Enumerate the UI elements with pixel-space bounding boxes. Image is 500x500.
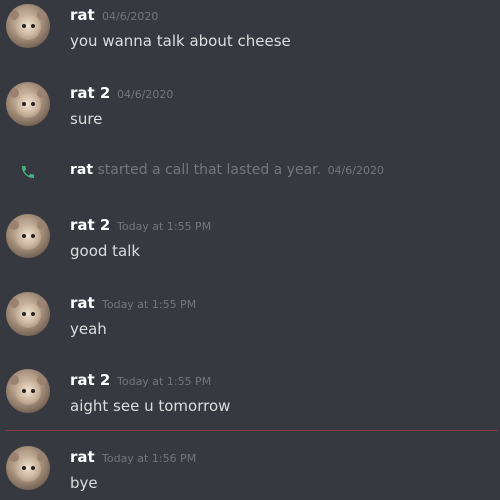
message-timestamp: Today at 1:55 PM xyxy=(102,298,197,311)
message-author[interactable]: rat xyxy=(70,294,95,312)
message-timestamp: 04/6/2020 xyxy=(117,88,174,101)
call-timestamp: 04/6/2020 xyxy=(327,164,384,177)
message-text: good talk xyxy=(70,242,141,260)
chat-message: rat Today at 1:56 PM bye xyxy=(0,444,500,500)
chat-message: rat 2 Today at 1:55 PM aight see u tomor… xyxy=(0,367,500,431)
avatar[interactable] xyxy=(6,214,50,258)
chat-message: rat 04/6/2020 you wanna talk about chees… xyxy=(0,2,500,66)
message-author[interactable]: rat xyxy=(70,448,95,466)
call-text: rat started a call that lasted a year. 0… xyxy=(70,162,384,178)
call-description: started a call that lasted a year. xyxy=(97,162,322,178)
message-timestamp: Today at 1:55 PM xyxy=(117,375,212,388)
avatar[interactable] xyxy=(6,292,50,336)
avatar[interactable] xyxy=(6,369,50,413)
chat-message: rat 2 Today at 1:55 PM good talk xyxy=(0,212,500,276)
chat-message-list: rat 04/6/2020 you wanna talk about chees… xyxy=(0,0,500,500)
message-author[interactable]: rat 2 xyxy=(70,216,110,234)
message-text: bye xyxy=(70,474,98,492)
avatar[interactable] xyxy=(6,82,50,126)
message-text: yeah xyxy=(70,320,107,338)
chat-message: rat 2 04/6/2020 sure xyxy=(0,80,500,144)
message-text: aight see u tomorrow xyxy=(70,397,231,415)
call-system-message: rat started a call that lasted a year. 0… xyxy=(0,158,500,186)
message-author[interactable]: rat 2 xyxy=(70,84,110,102)
message-timestamp: Today at 1:55 PM xyxy=(117,220,212,233)
message-author[interactable]: rat 2 xyxy=(70,371,110,389)
chat-message: rat Today at 1:55 PM yeah xyxy=(0,290,500,354)
avatar[interactable] xyxy=(6,446,50,490)
phone-icon xyxy=(22,166,34,178)
message-timestamp: 04/6/2020 xyxy=(102,10,159,23)
message-author[interactable]: rat xyxy=(70,6,95,24)
message-text: sure xyxy=(70,110,103,128)
call-author[interactable]: rat xyxy=(70,162,93,178)
new-messages-divider xyxy=(6,430,498,431)
message-text: you wanna talk about cheese xyxy=(70,32,291,50)
avatar[interactable] xyxy=(6,4,50,48)
message-timestamp: Today at 1:56 PM xyxy=(102,452,197,465)
